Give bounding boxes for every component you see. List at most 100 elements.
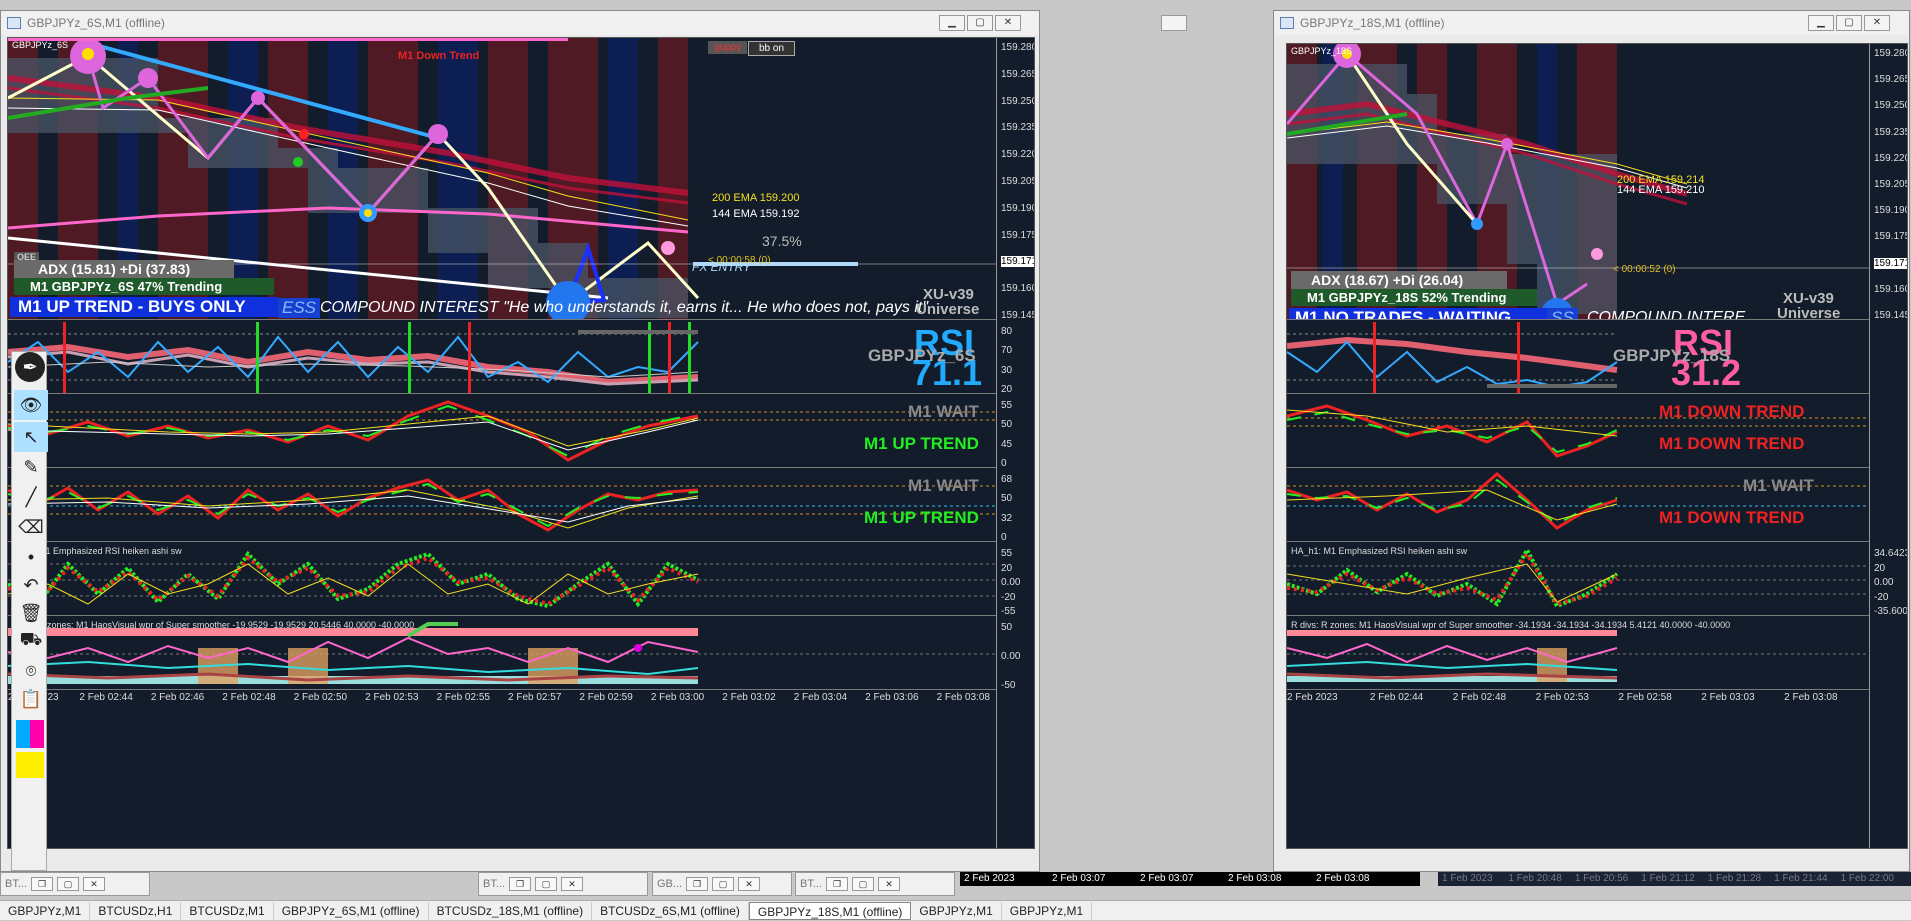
minimize-button[interactable]: ▁ (1808, 15, 1834, 31)
pane1-wait-label: M1 WAIT (908, 402, 979, 421)
close-button[interactable]: ✕ (738, 877, 761, 891)
price-pane[interactable]: GBPJPYz_18S 200 EMA 159.214 144 EMA 159.… (1287, 44, 1907, 320)
chart-window-right[interactable]: GBPJPYz_18S,M1 (offline) ▁ ▢ ✕ GBPJPYz_1… (1273, 10, 1910, 872)
axis-tick-label: 0 (1001, 458, 1007, 469)
pen-icon[interactable]: ✒ (15, 352, 45, 382)
minimized-window-title: BT... (5, 878, 28, 890)
pencil-icon[interactable]: ✎ (14, 452, 48, 482)
trend-pane-2[interactable]: M1 WAIT M1 DOWN TREND (1287, 470, 1907, 542)
minimized-window[interactable]: BT... ❐ ▢ ✕ (478, 872, 648, 896)
time-tick-label: 2 Feb 03:02 (722, 692, 776, 703)
cursor-icon[interactable]: ↖ (14, 422, 48, 452)
trending-panel: M1 GBPJPYz_18S 52% Trending (1291, 289, 1537, 306)
trash-icon[interactable]: 🗑 (14, 598, 48, 628)
close-button[interactable]: ✕ (561, 877, 584, 891)
restore-button[interactable]: ❐ (826, 877, 849, 891)
time-tick-label: 2 Feb 02:44 (1369, 692, 1424, 703)
pane2-trend-label: M1 DOWN TREND (1659, 508, 1805, 527)
rsi-pane[interactable]: RSI 71.1 GBPJPYz_6S (8, 322, 1034, 394)
time-axis-labels: 2 Feb 2023 2 Feb 02:44 2 Feb 02:48 2 Feb 02… (1287, 692, 1867, 706)
price-pane[interactable]: M1 Down Trend GBPJPYz_6S guppy bb on 200… (8, 38, 1034, 320)
minimized-window[interactable]: BT... ❐ ▢ ✕ (0, 872, 150, 896)
axis-tick-label: 159.205 (1001, 176, 1035, 187)
pane1-trend-label: M1 DOWN TREND (1659, 434, 1805, 453)
tab-btcusdz-6s-m1[interactable]: BTCUSDz_6S,M1 (offline) (592, 901, 749, 920)
rsi-symbol: GBPJPYz_18S (1613, 346, 1731, 365)
wpr-zones-pane[interactable]: R divs: R zones: M1 HaosVisual wpr of Su… (1287, 618, 1907, 690)
tab-btcusdz-m1[interactable]: BTCUSDz,M1 (181, 901, 274, 920)
undo-icon[interactable]: ↶ (14, 570, 48, 600)
dot-icon[interactable]: • (14, 542, 48, 572)
restore-button[interactable]: ❐ (31, 877, 54, 891)
rsi-pane[interactable]: RSI 31.2 GBPJPYz_18S (1287, 322, 1907, 394)
trend-pane-2[interactable]: M1 WAIT M1 UP TREND (8, 470, 1034, 542)
minimized-window[interactable]: BT... ❐ ▢ ✕ (795, 872, 955, 896)
close-button[interactable]: ✕ (83, 877, 106, 891)
restore-button[interactable]: ❐ (686, 877, 709, 891)
axis-tick-label: -20 (1001, 591, 1016, 603)
chart-area[interactable]: M1 Down Trend GBPJPYz_6S guppy bb on 200… (7, 37, 1035, 849)
time-tick-label: 1 Feb 21:28 (1707, 873, 1762, 884)
maximize-button[interactable]: ▢ (535, 877, 558, 891)
window-titlebar[interactable]: GBPJPYz_6S,M1 (offline) (1, 11, 1039, 35)
line-tool-icon[interactable]: ╱ (14, 482, 48, 512)
axis-tick-label: 50 (1001, 493, 1013, 505)
time-tick-label: 2 Feb 02:46 (150, 692, 205, 703)
compound-text: COMPOUND INTEREST "He who understands it… (320, 299, 929, 316)
trade-banner: M1 UP TREND - BUYS ONLY (10, 297, 278, 317)
time-tick-label: 2 Feb 2023 (964, 873, 1015, 884)
minimized-window[interactable]: GB... ❐ ▢ ✕ (652, 872, 792, 896)
window-title: GBPJPYz_6S,M1 (offline) (27, 16, 165, 30)
compound-text: COMPOUND INTERE (1587, 309, 1746, 320)
tab-gbpjpyz-m1-3[interactable]: GBPJPYz,M1 (1002, 901, 1093, 920)
camera-icon[interactable]: ⌾ (14, 656, 48, 686)
close-button[interactable]: ✕ (878, 877, 901, 891)
maximize-button[interactable]: ▢ (712, 877, 735, 891)
time-tick-label: 2 Feb 02:50 (293, 692, 348, 703)
wpr-zones-graphic (8, 622, 998, 684)
tab-gbpjpyz-18s-m1[interactable]: GBPJPYz_18S,M1 (offline) (748, 901, 912, 920)
time-tick-label: 1 Feb 20:56 (1574, 873, 1629, 884)
heiken-ashi-rsi-pane[interactable]: HA_h1: M1 Emphasized RSI heiken ashi sw (1287, 544, 1907, 616)
color-palette-icon[interactable] (16, 720, 44, 748)
axis-tick-label: 159.190 (1001, 202, 1035, 214)
tab-gbpjpyz-6s-m1[interactable]: GBPJPYz_6S,M1 (offline) (274, 901, 429, 920)
wpr-zones-pane[interactable]: R zones: M1 HaosVisual wpr of Super smoo… (8, 618, 1034, 690)
tab-gbpjpyz-m1-2[interactable]: GBPJPYz,M1 (911, 901, 1002, 920)
time-tick-label: 2 Feb 03:06 (865, 692, 919, 703)
eraser-icon[interactable]: ⌫ (14, 512, 48, 542)
bus-icon[interactable]: ⛟ (14, 626, 48, 656)
bb-on-button[interactable]: bb on (748, 41, 796, 56)
minimize-button[interactable] (1161, 15, 1187, 31)
adx-panel: ADX (18.67) +Di (26.04) (1291, 271, 1507, 289)
time-tick-label: 1 Feb 20:48 (1508, 873, 1562, 884)
trade-banner: M1 NO TRADES - WAITING . . . (1289, 308, 1547, 319)
color-swatch-icon[interactable] (16, 752, 44, 778)
tab-btcusdz-h1[interactable]: BTCUSDz,H1 (90, 901, 182, 920)
trend-pane-1[interactable]: M1 WAIT M1 UP TREND (8, 396, 1034, 468)
heiken-ashi-rsi-pane[interactable]: M1 Emphasized RSI heiken ashi sw (8, 544, 1034, 616)
pane1-wait-label: M1 DOWN TREND (1659, 402, 1805, 421)
close-button[interactable]: ✕ (995, 15, 1021, 31)
fx-entry-label: FX ENTRY (692, 260, 751, 274)
tab-gbpjpyz-m1[interactable]: GBPJPYz,M1 (0, 901, 91, 920)
trend-pane-1[interactable]: M1 DOWN TREND M1 DOWN TREND (1287, 396, 1907, 468)
clipboard-icon[interactable]: 📋 (14, 684, 48, 714)
maximize-button[interactable]: ▢ (57, 877, 80, 891)
axis-tick-label: 50 (1001, 419, 1013, 431)
maximize-button[interactable]: ▢ (852, 877, 875, 891)
minimize-button[interactable]: ▁ (939, 15, 965, 31)
maximize-button[interactable]: ▢ (967, 15, 993, 31)
axis-tick-label: 0 (1001, 532, 1007, 543)
tab-btcusdz-18s-m1[interactable]: BTCUSDz_18S,M1 (offline) (429, 901, 593, 920)
eye-icon[interactable]: 👁 (14, 390, 48, 420)
chart-window-left[interactable]: GBPJPYz_6S,M1 (offline) ▁ ▢ ✕ M1 Down Tr… (0, 10, 1187, 872)
close-button[interactable]: ✕ (1864, 15, 1890, 31)
maximize-button[interactable]: ▢ (1836, 15, 1862, 31)
axis-tick-label: 159.205 (1874, 179, 1908, 190)
percent-label: 37.5% (762, 233, 802, 249)
chart-area[interactable]: GBPJPYz_18S 200 EMA 159.214 144 EMA 159.… (1286, 43, 1908, 849)
restore-button[interactable]: ❐ (509, 877, 532, 891)
guppy-button[interactable]: guppy (708, 41, 748, 54)
time-tick-label: 2 Feb 03:07 (1140, 873, 1194, 884)
